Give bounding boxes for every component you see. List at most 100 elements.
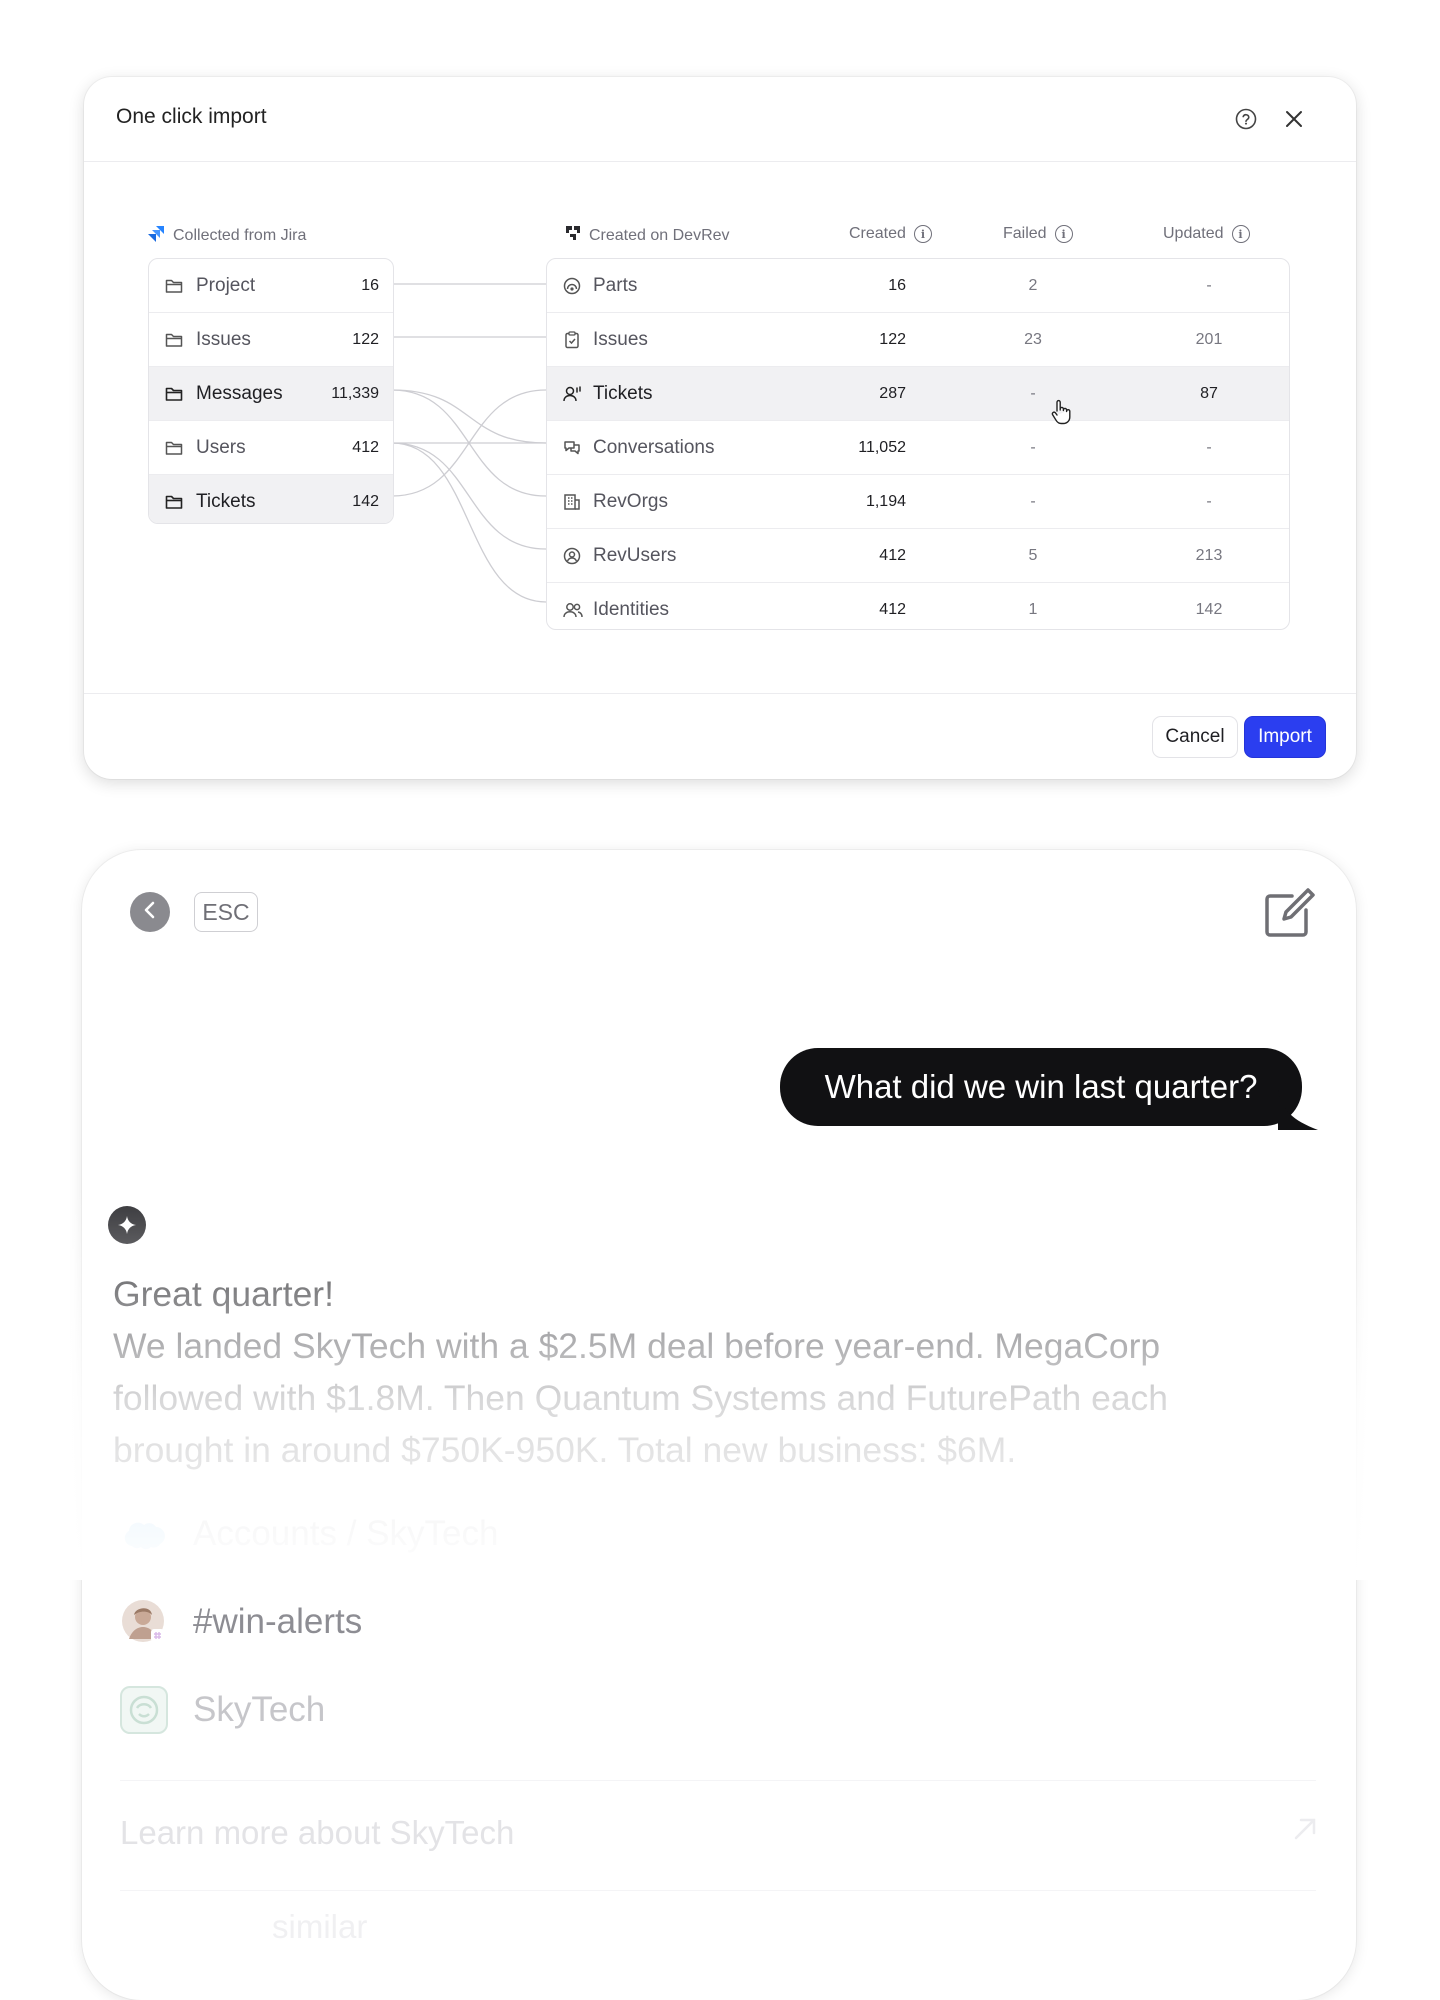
parts-icon <box>563 277 581 300</box>
source-row-issues[interactable]: Issues 122 <box>149 313 393 367</box>
created-value: 412 <box>879 547 906 564</box>
updated-value: - <box>1206 439 1212 456</box>
import-dialog: One click import Collected from Jira Cre… <box>84 77 1356 779</box>
section-divider <box>120 1890 1316 1891</box>
dest-row-revorgs[interactable]: RevOrgs 1,194 - - <box>547 475 1289 529</box>
chat-icon <box>563 439 581 462</box>
cancel-button[interactable]: Cancel <box>1152 716 1238 758</box>
dest-row-label: Identities <box>593 599 670 620</box>
close-icon[interactable] <box>1280 105 1308 133</box>
dest-row-revusers[interactable]: RevUsers 412 5 213 <box>547 529 1289 583</box>
updated-value: 142 <box>1195 601 1223 618</box>
failed-value: 5 <box>1028 547 1038 564</box>
user-message-text: What did we win last quarter? <box>824 1068 1258 1105</box>
source-row-count: 122 <box>352 330 379 348</box>
updated-value: 87 <box>1200 385 1218 402</box>
connector-line <box>391 389 547 497</box>
source-heading-label: Collected from Jira <box>173 227 307 244</box>
created-value: 1,194 <box>865 493 906 510</box>
created-value: 16 <box>888 277 906 294</box>
answer-greeting: Great quarter! <box>113 1274 334 1314</box>
source-row-messages[interactable]: Messages 11,339 <box>149 367 393 421</box>
dest-row-parts[interactable]: Parts 16 2 - <box>547 259 1289 313</box>
esc-key-hint[interactable]: ESC <box>194 892 258 932</box>
source-row-count: 16 <box>361 276 379 294</box>
source-row-label: Tickets <box>196 490 256 512</box>
failed-value: - <box>1030 439 1036 456</box>
folder-icon <box>165 439 183 461</box>
connector-line <box>391 389 547 444</box>
assistant-chat-panel: ESC What did we win last quarter? Great … <box>82 850 1356 2000</box>
dest-row-tickets[interactable]: Tickets 287 - 87 <box>547 367 1289 421</box>
back-button[interactable] <box>130 892 170 932</box>
dest-row-identities[interactable]: Identities 412 1 142 <box>547 583 1289 629</box>
compose-icon[interactable] <box>1262 886 1316 940</box>
created-value: 412 <box>879 601 906 618</box>
dest-row-label: RevOrgs <box>593 491 668 512</box>
source-row-label: Issues <box>196 328 251 350</box>
created-value: 287 <box>879 385 906 402</box>
jira-icon <box>148 225 165 247</box>
source-link-win-alerts[interactable]: #win-alerts <box>120 1598 362 1646</box>
chevron-left-icon <box>142 901 158 924</box>
devrev-icon <box>565 225 581 246</box>
help-icon[interactable] <box>1232 105 1260 133</box>
avatar-slack-icon <box>120 1598 168 1646</box>
answer-body: We landed SkyTech with a $2.5M deal befo… <box>113 1326 1169 1470</box>
dialog-header: One click import <box>84 77 1356 162</box>
folder-icon <box>165 385 183 407</box>
learn-more-link[interactable]: Learn more about SkyTech <box>120 1814 514 1852</box>
failed-value: - <box>1030 493 1036 510</box>
dest-row-label: Conversations <box>593 437 715 458</box>
source-row-count: 142 <box>352 492 379 510</box>
failed-value: 1 <box>1028 601 1038 618</box>
source-row-project[interactable]: Project 16 <box>149 259 393 313</box>
dest-row-issues[interactable]: Issues 122 23 201 <box>547 313 1289 367</box>
dest-heading-label: Created on DevRev <box>589 226 730 244</box>
dest-row-label: Parts <box>593 275 638 296</box>
info-icon[interactable]: i <box>1231 225 1250 243</box>
user-ticket-icon <box>563 385 583 408</box>
folder-icon <box>165 331 183 353</box>
info-icon[interactable]: i <box>1054 225 1073 243</box>
source-row-tickets[interactable]: Tickets 142 <box>149 475 393 523</box>
assistant-answer: Great quarter! We landed SkyTech with a … <box>113 1268 1253 1476</box>
updated-value: 201 <box>1195 331 1223 348</box>
dest-row-label: RevUsers <box>593 545 677 566</box>
user-circle-icon <box>563 547 581 570</box>
source-link-skytech[interactable]: SkyTech <box>120 1686 325 1734</box>
source-heading: Collected from Jira <box>148 225 306 247</box>
failed-value: 2 <box>1028 277 1038 294</box>
hand-cursor-icon <box>1050 399 1072 430</box>
building-icon <box>563 493 581 516</box>
dialog-footer: Cancel Import <box>84 693 1356 779</box>
updated-value: 213 <box>1195 547 1223 564</box>
source-row-users[interactable]: Users 412 <box>149 421 393 475</box>
similar-link[interactable]: similar <box>272 1908 367 1946</box>
assistant-sparkle-icon <box>108 1206 146 1244</box>
arrow-up-right-icon[interactable] <box>1292 1816 1318 1847</box>
source-link-label: Accounts / SkyTech <box>193 1514 499 1553</box>
source-row-count: 412 <box>352 438 379 456</box>
source-link-accounts-skytech[interactable]: Accounts / SkyTech <box>120 1510 498 1558</box>
dest-row-conversations[interactable]: Conversations 11,052 - - <box>547 421 1289 475</box>
updated-heading: Updated i <box>1163 225 1250 243</box>
bubble-tail <box>1278 1090 1318 1130</box>
failed-value: - <box>1030 385 1036 402</box>
source-row-label: Project <box>196 274 256 296</box>
source-link-label: SkyTech <box>193 1690 326 1729</box>
updated-value: - <box>1206 277 1212 294</box>
info-icon[interactable]: i <box>913 225 932 243</box>
connector-line <box>391 442 547 550</box>
users-icon <box>563 601 583 624</box>
import-button[interactable]: Import <box>1244 716 1326 758</box>
source-list: Project 16 Issues 122 Messages 11,339 Us… <box>148 258 394 524</box>
source-row-label: Messages <box>196 382 283 404</box>
section-divider <box>120 1780 1316 1781</box>
clipboard-icon <box>563 331 581 354</box>
source-row-count: 11,339 <box>331 384 379 402</box>
failed-heading-label: Failed <box>1003 225 1047 242</box>
updated-value: - <box>1206 493 1212 510</box>
failed-value: 23 <box>1024 331 1042 348</box>
destination-table: Parts 16 2 - Issues 122 23 201 Tickets 2… <box>546 258 1290 630</box>
